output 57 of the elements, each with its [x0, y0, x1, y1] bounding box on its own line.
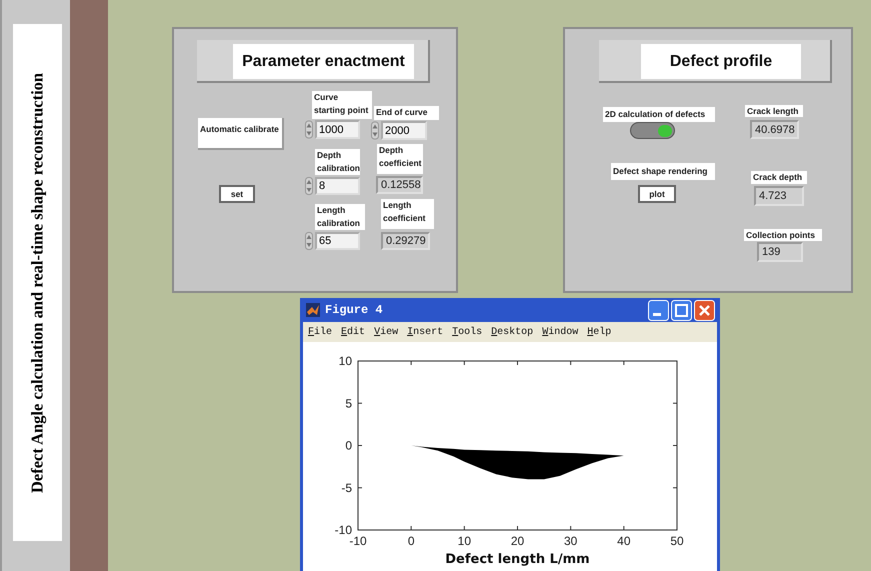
numeric-indicator: 40.6978 — [750, 120, 799, 139]
y-tick-label: -5 — [341, 480, 352, 495]
menu-item[interactable]: Insert — [407, 326, 444, 338]
spinner-arrows-icon[interactable] — [305, 232, 313, 250]
spinner-arrows-icon[interactable] — [371, 121, 379, 140]
field-label: End of curve — [374, 106, 439, 120]
side-title: Defect Angle calculation and real-time shape reconstruction — [13, 24, 62, 541]
calibrate-label: Automatic calibrate — [198, 118, 284, 150]
menu-item[interactable]: Help — [587, 326, 612, 338]
x-tick-label: 50 — [670, 534, 684, 548]
x-tick-label: -10 — [349, 534, 367, 548]
numeric-indicator: 139 — [757, 242, 803, 262]
y-tick-label: -10 — [334, 523, 352, 537]
app-logo-icon — [306, 303, 320, 317]
numeric-input[interactable]: 1000 — [315, 120, 360, 139]
menu-item[interactable]: View — [374, 326, 398, 338]
toggle-label: 2D calculation of defects — [603, 107, 715, 122]
field-label: Curve starting point — [312, 91, 372, 119]
field-label: Depth coefficient — [377, 144, 423, 174]
numeric-input[interactable]: 8 — [315, 177, 360, 195]
numeric-indicator: 0.29279 — [381, 232, 430, 250]
numeric-indicator: 0.12558 — [376, 176, 423, 194]
field-label: Depth calibration — [315, 149, 360, 175]
readout-label: Crack depth — [751, 171, 807, 184]
menu-item[interactable]: Edit — [341, 326, 366, 338]
x-tick-label: 10 — [458, 534, 472, 548]
minimize-icon[interactable] — [648, 300, 669, 320]
field-label: Length calibration — [315, 204, 365, 230]
x-tick-label: 40 — [617, 534, 631, 548]
readout-label: Collection points — [744, 229, 822, 241]
menu-item[interactable]: Window — [542, 326, 578, 338]
y-tick-label: 10 — [338, 354, 352, 368]
set-button[interactable]: set — [219, 185, 255, 203]
spinner-arrows-icon[interactable] — [305, 177, 313, 195]
x-axis-label: Defect length L/mm — [445, 552, 590, 567]
numeric-indicator: 4.723 — [754, 186, 804, 206]
menu-item[interactable]: Desktop — [491, 326, 534, 338]
plot-button[interactable]: plot — [638, 185, 676, 203]
panel-title: Parameter enactment — [233, 44, 414, 79]
y-tick-label: 0 — [345, 438, 352, 452]
render-label: Defect shape rendering — [611, 163, 715, 180]
numeric-input[interactable]: 65 — [315, 232, 360, 250]
maximize-icon[interactable] — [671, 300, 692, 320]
toggle-switch[interactable] — [630, 122, 675, 139]
menu-item[interactable]: File — [308, 326, 332, 338]
panel-title: Defect profile — [641, 44, 801, 79]
close-icon[interactable] — [694, 300, 715, 320]
y-tick-label: 5 — [345, 396, 352, 410]
x-tick-label: 20 — [510, 534, 524, 548]
menu-item[interactable]: Tools — [452, 326, 482, 338]
readout-label: Crack length — [745, 105, 803, 117]
numeric-input[interactable]: 2000 — [381, 121, 427, 140]
spinner-arrows-icon[interactable] — [305, 120, 313, 139]
window-title: Figure 4 — [325, 303, 383, 317]
field-label: Length coefficient — [381, 199, 434, 229]
x-tick-label: 30 — [564, 534, 578, 548]
x-tick-label: 0 — [408, 534, 414, 548]
